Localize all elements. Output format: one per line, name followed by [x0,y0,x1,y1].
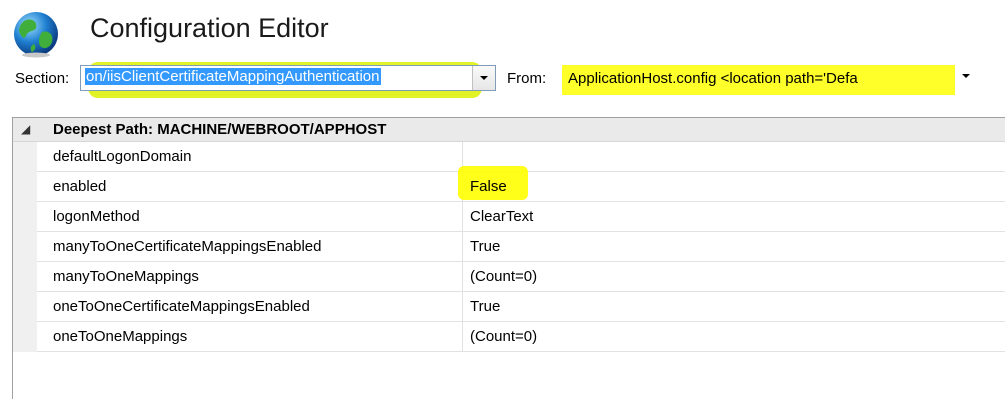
table-row[interactable]: enabled False [37,166,1005,202]
property-name: enabled [37,172,463,201]
property-value[interactable]: True [464,232,1005,261]
toolbar: Section: on/iisClientCertificateMappingA… [0,62,1005,98]
property-value[interactable]: (Count=0) [464,322,1005,351]
header: Configuration Editor [0,0,1005,62]
section-dropdown[interactable]: on/iisClientCertificateMappingAuthentica… [80,65,496,91]
table-row[interactable]: manyToOneCertificateMappingsEnabled True [37,232,1005,262]
property-grid: ◢ Deepest Path: MACHINE/WEBROOT/APPHOST … [12,117,1005,399]
table-row[interactable]: logonMethod ClearText [37,202,1005,232]
table-row[interactable]: oneToOneMappings (Count=0) [37,322,1005,352]
table-row[interactable]: oneToOneCertificateMappingsEnabled True [37,292,1005,322]
grid-gutter [13,142,37,352]
section-input[interactable]: on/iisClientCertificateMappingAuthentica… [85,68,469,88]
property-name: oneToOneMappings [37,322,463,351]
property-name: logonMethod [37,202,463,231]
table-row[interactable]: manyToOneMappings (Count=0) [37,262,1005,292]
collapse-triangle-icon[interactable]: ◢ [21,122,30,136]
chevron-down-icon[interactable] [962,74,970,78]
property-value[interactable]: True [464,292,1005,321]
property-name: manyToOneMappings [37,262,463,291]
section-dropdown-button[interactable] [472,66,495,90]
globe-icon [14,12,58,58]
property-rows: defaultLogonDomain enabled False logonMe… [37,142,1005,352]
group-header[interactable]: ◢ Deepest Path: MACHINE/WEBROOT/APPHOST [13,118,1005,142]
property-name: defaultLogonDomain [37,142,463,171]
section-label: Section: [15,70,70,87]
from-dropdown[interactable]: ApplicationHost.config <location path='D… [568,70,948,87]
property-value[interactable]: (Count=0) [464,262,1005,291]
property-value[interactable]: ClearText [464,202,1005,231]
from-label: From: [507,70,547,87]
group-label: Deepest Path: MACHINE/WEBROOT/APPHOST [53,121,387,138]
property-name: oneToOneCertificateMappingsEnabled [37,292,463,321]
property-value[interactable]: False [458,166,1005,201]
property-value[interactable] [464,142,1005,171]
property-name: manyToOneCertificateMappingsEnabled [37,232,463,261]
section-selected-text: on/iisClientCertificateMappingAuthentica… [85,68,381,85]
page-title: Configuration Editor [90,13,329,43]
chevron-down-icon [480,76,488,80]
